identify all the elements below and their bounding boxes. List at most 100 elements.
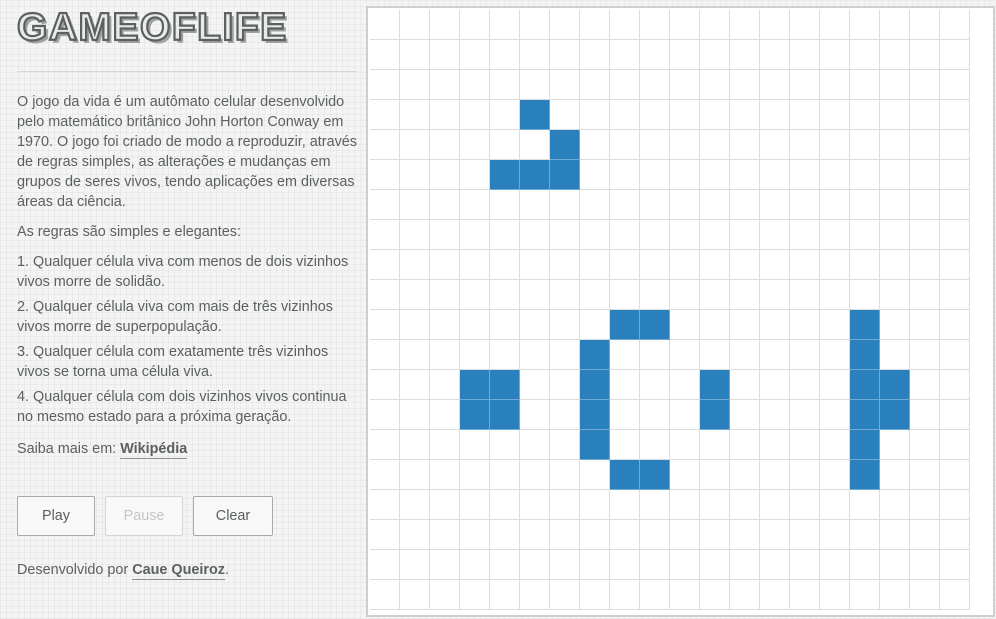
grid-cell[interactable]	[520, 490, 550, 520]
grid-cell[interactable]	[610, 220, 640, 250]
grid-cell[interactable]	[370, 40, 400, 70]
grid-cell[interactable]	[730, 370, 760, 400]
grid-cell[interactable]	[640, 130, 670, 160]
grid-cell[interactable]	[460, 280, 490, 310]
game-grid[interactable]	[370, 10, 970, 610]
grid-cell[interactable]	[430, 220, 460, 250]
grid-cell[interactable]	[610, 430, 640, 460]
grid-cell[interactable]	[550, 310, 580, 340]
grid-cell[interactable]	[640, 490, 670, 520]
grid-cell[interactable]	[910, 490, 940, 520]
grid-cell[interactable]	[610, 40, 640, 70]
grid-cell[interactable]	[610, 580, 640, 610]
grid-cell[interactable]	[550, 10, 580, 40]
grid-cell[interactable]	[670, 310, 700, 340]
grid-cell[interactable]	[400, 250, 430, 280]
grid-cell[interactable]	[520, 280, 550, 310]
grid-cell[interactable]	[520, 10, 550, 40]
grid-cell[interactable]	[550, 370, 580, 400]
grid-cell[interactable]	[940, 370, 970, 400]
grid-cell[interactable]	[940, 310, 970, 340]
grid-cell[interactable]	[400, 190, 430, 220]
grid-cell[interactable]	[880, 280, 910, 310]
alive-cell[interactable]	[880, 400, 910, 430]
grid-cell[interactable]	[670, 400, 700, 430]
grid-cell[interactable]	[790, 160, 820, 190]
grid-cell[interactable]	[430, 430, 460, 460]
grid-cell[interactable]	[940, 190, 970, 220]
grid-cell[interactable]	[370, 130, 400, 160]
grid-cell[interactable]	[880, 190, 910, 220]
grid-cell[interactable]	[730, 490, 760, 520]
grid-cell[interactable]	[490, 520, 520, 550]
grid-cell[interactable]	[850, 490, 880, 520]
grid-cell[interactable]	[820, 220, 850, 250]
grid-cell[interactable]	[490, 100, 520, 130]
alive-cell[interactable]	[850, 430, 880, 460]
grid-cell[interactable]	[700, 550, 730, 580]
alive-cell[interactable]	[610, 460, 640, 490]
grid-cell[interactable]	[880, 220, 910, 250]
grid-cell[interactable]	[460, 160, 490, 190]
grid-cell[interactable]	[940, 520, 970, 550]
grid-cell[interactable]	[910, 250, 940, 280]
grid-cell[interactable]	[550, 580, 580, 610]
grid-cell[interactable]	[700, 160, 730, 190]
grid-cell[interactable]	[550, 220, 580, 250]
grid-cell[interactable]	[790, 370, 820, 400]
grid-cell[interactable]	[730, 160, 760, 190]
grid-cell[interactable]	[610, 190, 640, 220]
grid-cell[interactable]	[760, 40, 790, 70]
alive-cell[interactable]	[490, 370, 520, 400]
alive-cell[interactable]	[640, 310, 670, 340]
grid-cell[interactable]	[820, 340, 850, 370]
grid-cell[interactable]	[640, 400, 670, 430]
grid-cell[interactable]	[610, 160, 640, 190]
grid-cell[interactable]	[820, 520, 850, 550]
grid-cell[interactable]	[580, 550, 610, 580]
grid-cell[interactable]	[910, 40, 940, 70]
grid-cell[interactable]	[400, 400, 430, 430]
grid-cell[interactable]	[730, 520, 760, 550]
grid-cell[interactable]	[940, 280, 970, 310]
grid-cell[interactable]	[820, 70, 850, 100]
grid-cell[interactable]	[490, 580, 520, 610]
grid-cell[interactable]	[670, 220, 700, 250]
grid-cell[interactable]	[940, 460, 970, 490]
grid-cell[interactable]	[940, 100, 970, 130]
grid-cell[interactable]	[820, 40, 850, 70]
grid-cell[interactable]	[430, 490, 460, 520]
grid-cell[interactable]	[580, 280, 610, 310]
grid-cell[interactable]	[400, 460, 430, 490]
grid-cell[interactable]	[640, 340, 670, 370]
grid-cell[interactable]	[430, 190, 460, 220]
grid-cell[interactable]	[520, 40, 550, 70]
grid-cell[interactable]	[640, 580, 670, 610]
grid-cell[interactable]	[670, 10, 700, 40]
grid-cell[interactable]	[760, 550, 790, 580]
grid-cell[interactable]	[940, 40, 970, 70]
grid-cell[interactable]	[730, 130, 760, 160]
grid-cell[interactable]	[520, 220, 550, 250]
grid-cell[interactable]	[520, 310, 550, 340]
alive-cell[interactable]	[520, 100, 550, 130]
grid-cell[interactable]	[580, 460, 610, 490]
grid-cell[interactable]	[430, 370, 460, 400]
grid-cell[interactable]	[670, 190, 700, 220]
grid-cell[interactable]	[670, 550, 700, 580]
grid-cell[interactable]	[700, 250, 730, 280]
grid-cell[interactable]	[370, 580, 400, 610]
grid-cell[interactable]	[910, 550, 940, 580]
grid-cell[interactable]	[370, 520, 400, 550]
grid-cell[interactable]	[730, 40, 760, 70]
grid-cell[interactable]	[430, 40, 460, 70]
grid-cell[interactable]	[910, 460, 940, 490]
grid-cell[interactable]	[700, 280, 730, 310]
grid-cell[interactable]	[580, 40, 610, 70]
grid-cell[interactable]	[370, 160, 400, 190]
grid-cell[interactable]	[490, 340, 520, 370]
grid-cell[interactable]	[580, 310, 610, 340]
alive-cell[interactable]	[850, 400, 880, 430]
grid-cell[interactable]	[370, 100, 400, 130]
grid-cell[interactable]	[790, 490, 820, 520]
